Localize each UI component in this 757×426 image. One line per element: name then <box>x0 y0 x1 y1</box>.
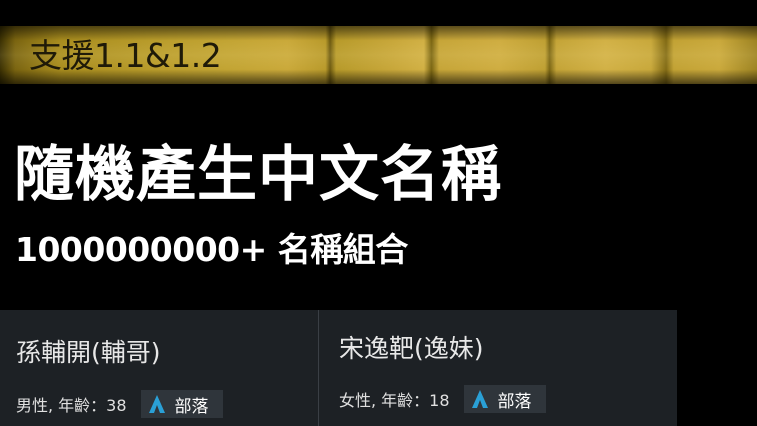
card-name: 宋逸靶(逸妹) <box>339 334 484 363</box>
card-meta: 男性, 年齡：38 部落 <box>16 390 223 418</box>
name-cards: 孫輔開(輔哥) 男性, 年齡：38 部落 宋逸靶(逸妹) 女性, 年齡：18 部… <box>0 310 677 426</box>
page: 支援1.1&1.2 隨機產生中文名稱 1000000000+ 名稱組合 孫輔開(… <box>0 0 757 426</box>
name-card[interactable]: 宋逸靶(逸妹) 女性, 年齡：18 部落 <box>318 310 677 426</box>
badge-label: 部落 <box>497 391 532 412</box>
faction-badge: 部落 <box>140 390 223 418</box>
card-meta: 女性, 年齡：18 部落 <box>339 385 546 413</box>
card-name: 孫輔開(輔哥) <box>16 338 161 367</box>
horde-a-icon <box>471 390 488 408</box>
badge-label: 部落 <box>174 396 209 417</box>
card-gender-age: 女性, 年齡：18 <box>339 391 450 410</box>
page-title: 隨機產生中文名稱 <box>14 140 502 210</box>
name-card[interactable]: 孫輔開(輔哥) 男性, 年齡：38 部落 <box>0 310 318 426</box>
faction-badge: 部落 <box>463 385 546 413</box>
card-gender-age: 男性, 年齡：38 <box>16 396 127 415</box>
horde-a-icon <box>148 395 165 413</box>
banner-text: 支援1.1&1.2 <box>29 36 222 75</box>
page-subtitle: 1000000000+ 名稱組合 <box>15 230 408 269</box>
